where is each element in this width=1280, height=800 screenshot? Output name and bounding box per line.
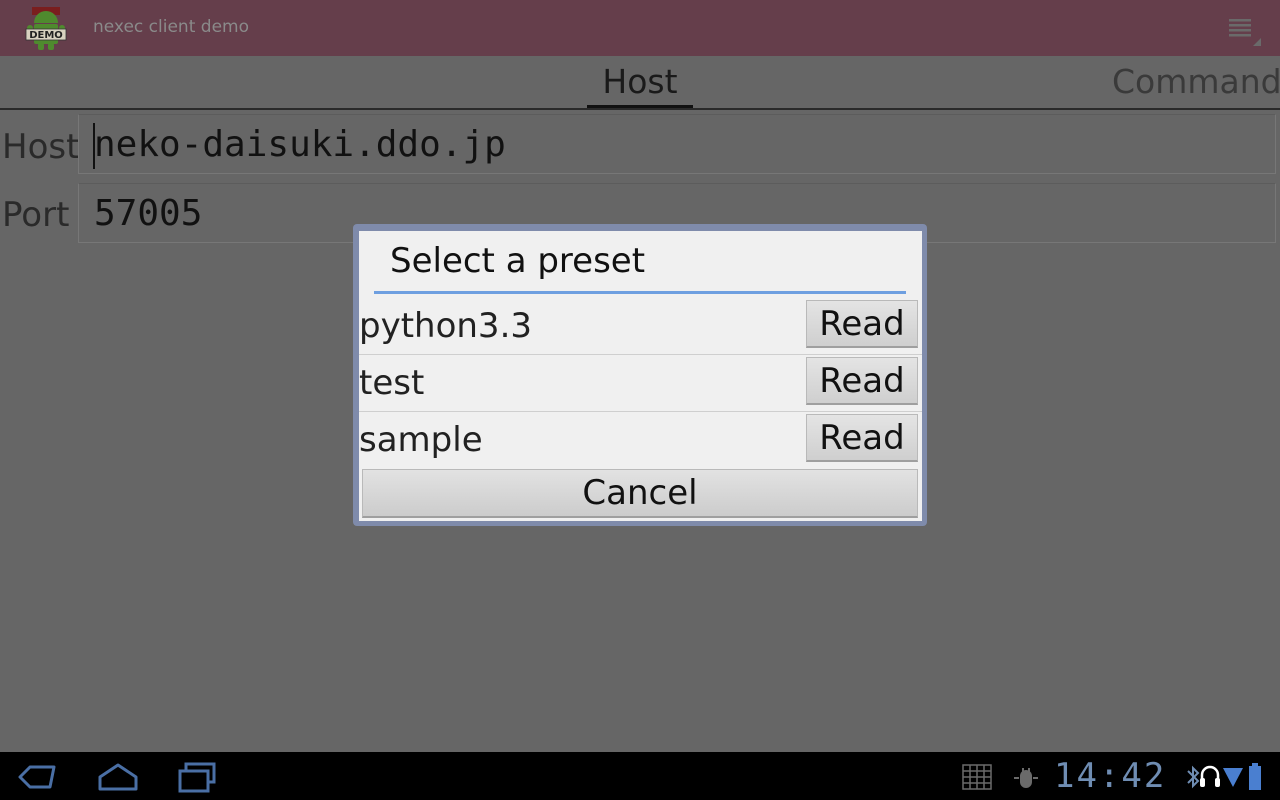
preset-row: sample Read (359, 412, 922, 469)
dialog-title: Select a preset (390, 241, 646, 281)
back-icon[interactable] (16, 760, 58, 794)
usb-debugging-icon[interactable] (1013, 766, 1039, 788)
battery-icon (1249, 763, 1261, 790)
preset-name: python3.3 (359, 306, 533, 346)
headset-icon (1200, 765, 1220, 787)
screen: DEMO nexec client demo Host Command Host… (0, 0, 1280, 800)
port-label: Port (2, 195, 70, 235)
app-icon[interactable]: DEMO (24, 5, 68, 51)
preset-dialog: Select a preset python3.3 Read test Read… (359, 231, 922, 521)
preset-row: python3.3 Read (359, 298, 922, 355)
host-field[interactable]: neko-daisuki.ddo.jp (78, 114, 1276, 174)
app-title: nexec client demo (93, 17, 249, 37)
recent-apps-icon[interactable] (176, 760, 218, 794)
read-button[interactable]: Read (806, 414, 918, 462)
read-button[interactable]: Read (806, 300, 918, 348)
port-value: 57005 (94, 193, 203, 234)
overflow-menu-icon[interactable] (1228, 18, 1262, 48)
tab-host[interactable]: Host (587, 62, 693, 108)
tab-bar: Host Command (0, 56, 1280, 110)
host-label: Host (2, 127, 80, 167)
app-icon-label: DEMO (29, 30, 63, 41)
preset-name: test (359, 363, 425, 403)
cancel-button[interactable]: Cancel (362, 469, 918, 518)
wifi-icon (1223, 768, 1243, 787)
system-bar: 14:42 (0, 752, 1280, 800)
preset-name: sample (359, 420, 483, 460)
read-button[interactable]: Read (806, 357, 918, 405)
home-icon[interactable] (95, 760, 141, 794)
dialog-title-divider (374, 291, 906, 294)
action-bar: DEMO nexec client demo (0, 0, 1280, 56)
tab-command[interactable]: Command (1112, 62, 1280, 101)
preset-row: test Read (359, 355, 922, 412)
clock[interactable]: 14:42 (1054, 756, 1166, 796)
bluetooth-icon (1187, 765, 1200, 789)
host-value: neko-daisuki.ddo.jp (94, 124, 506, 165)
grid-notification-icon[interactable] (962, 764, 992, 790)
